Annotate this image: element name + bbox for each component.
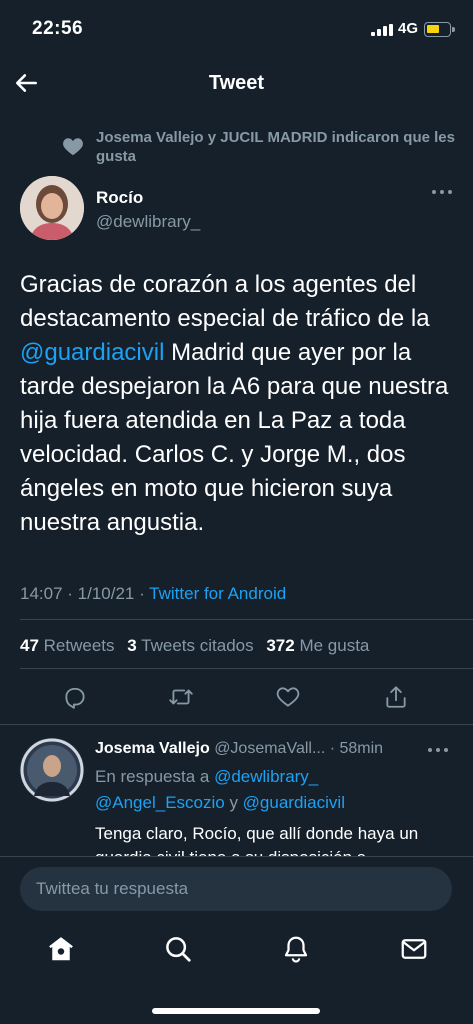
reply-tweet[interactable]: Josema Vallejo @JosemaVall... · 58min En… (20, 738, 460, 856)
reply-author-name[interactable]: Josema Vallejo (95, 740, 210, 757)
home-icon[interactable] (46, 934, 76, 964)
signal-icon (371, 24, 393, 36)
mention-link[interactable]: @Angel_Escozio (95, 793, 225, 812)
reply-dot: · (325, 740, 340, 757)
network-type: 4G (398, 20, 419, 37)
page-title: Tweet (208, 72, 265, 94)
avatar[interactable] (20, 176, 84, 240)
heart-icon (63, 138, 83, 156)
reply-input[interactable]: Twittea tu respuesta (20, 867, 452, 911)
reply-text: Tenga claro, Rocío, que allí donde haya … (95, 824, 419, 856)
author-name[interactable]: Rocío (96, 188, 143, 208)
like-icon[interactable] (275, 684, 301, 710)
share-icon[interactable] (383, 684, 409, 710)
social-context-text: Josema Vallejo y JUCIL MADRID indicaron … (96, 129, 455, 165)
divider (0, 724, 473, 725)
mention-link[interactable]: @guardiacivil (243, 793, 345, 812)
tweet-text-part: Gracias de corazón a los agentes del des… (20, 271, 430, 332)
reply-author-handle[interactable]: @JosemaVall... (214, 740, 325, 757)
tweet-stats: 47 Retweets 3 Tweets citados 372 Me gust… (20, 636, 369, 656)
author-handle[interactable]: @dewlibrary_ (96, 212, 200, 232)
status-time: 22:56 (32, 18, 84, 39)
in-reply-and: y (224, 793, 243, 812)
tweet-text: Gracias de corazón a los agentes del des… (20, 268, 460, 540)
more-options-icon[interactable] (432, 190, 452, 196)
tweet-source-link[interactable]: Twitter for Android (149, 584, 286, 603)
header: Tweet (0, 60, 473, 108)
retweets-stat[interactable]: 47 Retweets (20, 636, 115, 655)
messages-icon[interactable] (399, 934, 429, 964)
home-indicator[interactable] (152, 1008, 320, 1014)
avatar-image (20, 176, 84, 240)
divider (20, 619, 473, 620)
search-icon[interactable] (163, 934, 193, 964)
battery-icon (424, 22, 455, 37)
in-reply-to: En respuesta a @dewlibrary_ @Angel_Escozi… (95, 764, 455, 816)
reply-icon[interactable] (62, 684, 88, 710)
avatar[interactable] (20, 738, 84, 802)
quotes-stat[interactable]: 3 Tweets citados (127, 636, 253, 655)
tweet-timestamp: 14:07 · 1/10/21 · (20, 584, 150, 603)
status-bar: 22:56 4G (0, 0, 473, 60)
reply-header: Josema Vallejo @JosemaVall... · 58min (95, 740, 383, 758)
in-reply-prefix: En respuesta a (95, 767, 215, 786)
avatar-image (20, 738, 84, 802)
tweet-author: Rocío @dewlibrary_ (20, 176, 460, 244)
reply-time: 58min (339, 740, 384, 757)
likes-stat[interactable]: 372 Me gusta (266, 636, 369, 655)
mention-link[interactable]: @guardiacivil (20, 339, 164, 366)
notifications-icon[interactable] (281, 934, 311, 964)
tweet-text-part: Madrid que ayer por la tarde despejaron … (20, 339, 449, 536)
more-options-icon[interactable] (428, 748, 448, 754)
divider (20, 668, 473, 669)
mention-link[interactable]: @dewlibrary_ (214, 767, 318, 786)
tweet-actions (0, 678, 473, 718)
compose-bar: Twittea tu respuesta (0, 856, 473, 920)
tweet-meta: 14:07 · 1/10/21 · Twitter for Android (20, 584, 286, 604)
retweet-icon[interactable] (168, 684, 194, 710)
